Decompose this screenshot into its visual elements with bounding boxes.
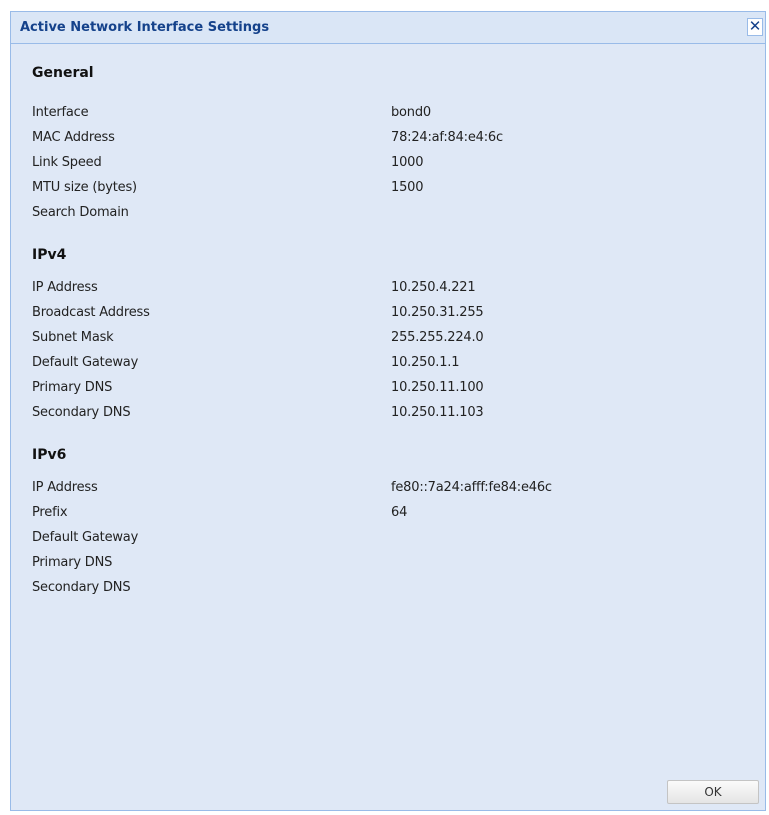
label-ipv4-secondary-dns: Secondary DNS: [32, 405, 131, 420]
value-subnet-mask: 255.255.224.0: [391, 330, 484, 345]
label-ipv4-primary-dns: Primary DNS: [32, 380, 113, 395]
label-search-domain: Search Domain: [32, 205, 129, 220]
value-ipv4-secondary-dns: 10.250.11.103: [391, 405, 484, 420]
value-ipv4-ip-address: 10.250.4.221: [391, 280, 476, 295]
dialog-title: Active Network Interface Settings: [20, 20, 270, 35]
network-settings-dialog: Active Network Interface Settings ✕ Gene…: [10, 11, 766, 811]
value-link-speed: 1000: [391, 155, 424, 170]
value-mtu-size: 1500: [391, 180, 424, 195]
value-ipv4-primary-dns: 10.250.11.100: [391, 380, 484, 395]
dialog-body: General Interface bond0 MAC Address 78:2…: [11, 44, 765, 810]
label-mac-address: MAC Address: [32, 130, 115, 145]
label-link-speed: Link Speed: [32, 155, 102, 170]
section-title-ipv6: IPv6: [32, 447, 67, 463]
value-ipv6-ip-address: fe80::7a24:afff:fe84:e46c: [391, 480, 552, 495]
label-ipv6-ip-address: IP Address: [32, 480, 98, 495]
label-ipv6-primary-dns: Primary DNS: [32, 555, 113, 570]
value-mac-address: 78:24:af:84:e4:6c: [391, 130, 503, 145]
label-mtu-size: MTU size (bytes): [32, 180, 137, 195]
value-prefix: 64: [391, 505, 408, 520]
section-title-general: General: [32, 65, 94, 81]
label-prefix: Prefix: [32, 505, 68, 520]
label-broadcast-address: Broadcast Address: [32, 305, 150, 320]
label-interface: Interface: [32, 105, 89, 120]
label-subnet-mask: Subnet Mask: [32, 330, 114, 345]
value-interface: bond0: [391, 105, 431, 120]
label-ipv6-default-gateway: Default Gateway: [32, 530, 139, 545]
value-ipv4-default-gateway: 10.250.1.1: [391, 355, 460, 370]
value-broadcast-address: 10.250.31.255: [391, 305, 484, 320]
close-icon: ✕: [748, 17, 762, 35]
section-title-ipv4: IPv4: [32, 247, 67, 263]
dialog-titlebar[interactable]: Active Network Interface Settings ✕: [11, 12, 765, 44]
ok-button[interactable]: OK: [667, 780, 759, 804]
label-ipv4-ip-address: IP Address: [32, 280, 98, 295]
close-button[interactable]: ✕: [747, 18, 763, 36]
label-ipv6-secondary-dns: Secondary DNS: [32, 580, 131, 595]
label-ipv4-default-gateway: Default Gateway: [32, 355, 139, 370]
